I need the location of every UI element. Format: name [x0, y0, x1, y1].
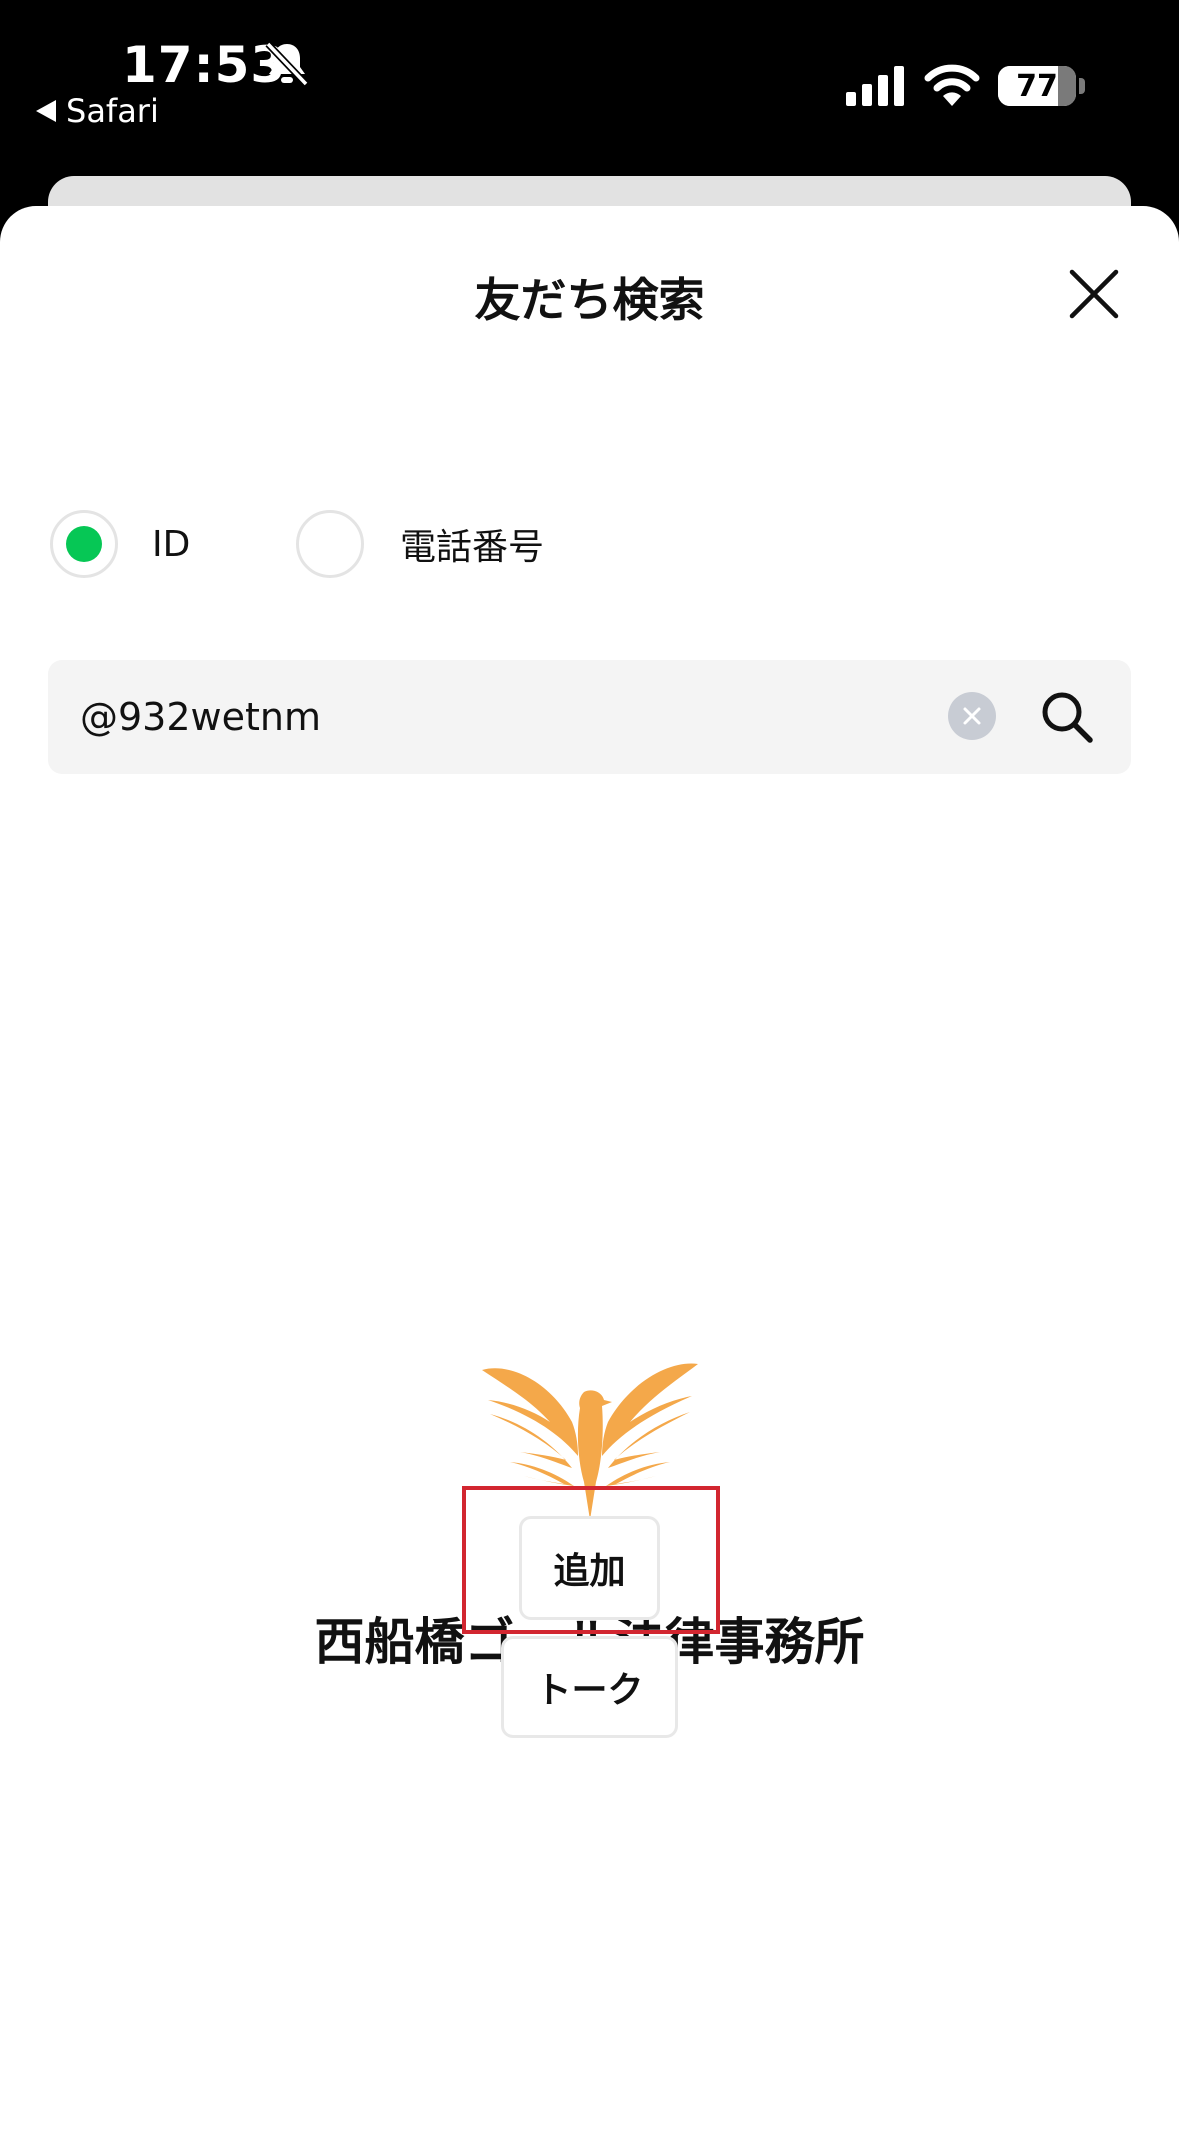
wifi-icon	[924, 64, 980, 106]
radio-id-label[interactable]: ID	[152, 524, 240, 565]
search-type-selector: ID 電話番号	[50, 510, 544, 578]
radio-selected-dot	[66, 526, 102, 562]
back-to-safari-link[interactable]: Safari	[36, 92, 159, 130]
clear-icon[interactable]	[948, 692, 996, 740]
clear-x-glyph	[963, 707, 981, 725]
battery-level: 77	[1016, 68, 1058, 104]
back-arrow-icon	[36, 100, 56, 122]
bell-slash-icon	[265, 41, 309, 87]
back-label: Safari	[66, 92, 159, 130]
battery-cap	[1079, 78, 1085, 94]
cellular-signal-icon	[846, 66, 904, 106]
battery-indicator: 77	[998, 66, 1076, 106]
friend-search-sheet: 友だち検索 ID 電話番号 @932wetnm	[0, 206, 1179, 2139]
search-icon[interactable]	[1038, 688, 1096, 746]
status-time: 17:53	[122, 36, 287, 94]
radio-phone[interactable]	[296, 510, 364, 578]
search-box	[48, 660, 1131, 774]
add-friend-button[interactable]: 追加	[519, 1516, 660, 1620]
search-input[interactable]	[80, 660, 940, 774]
radio-id[interactable]	[50, 510, 118, 578]
close-icon[interactable]	[1066, 266, 1122, 322]
radio-phone-label[interactable]: 電話番号	[400, 518, 544, 570]
sheet-title: 友だち検索	[474, 273, 705, 327]
phone-screen: 17:53 Safari 77 友だち検索 ID 電話番号 @932wetnm …	[0, 0, 1179, 2139]
talk-button[interactable]: トーク	[501, 1636, 678, 1738]
